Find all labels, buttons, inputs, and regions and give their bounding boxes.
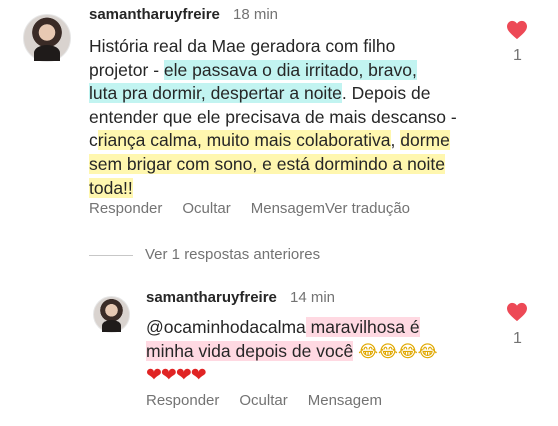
- like-count: 1: [513, 47, 522, 64]
- laughing-emoji: 😂😂😂😂: [358, 341, 438, 362]
- comment-timestamp: 18 min: [233, 6, 279, 23]
- reply-timestamp: 14 min: [290, 289, 336, 306]
- comment-actions: Responder Ocultar MensagemVer tradução: [89, 200, 430, 217]
- comment-line: criança calma, muito mais colaborativa, …: [89, 130, 450, 151]
- message-button[interactable]: Mensagem: [308, 392, 382, 409]
- comment-line: toda!!: [89, 177, 133, 198]
- avatar[interactable]: [93, 296, 130, 333]
- avatar[interactable]: [23, 14, 71, 62]
- reply-line: ❤❤❤❤: [146, 364, 486, 388]
- red-heart-emoji: ❤❤❤❤: [146, 364, 207, 387]
- comment-line: entender que ele precisava de mais desca…: [89, 106, 457, 127]
- comment-text: História real da Mae geradora com filho …: [89, 35, 469, 200]
- reply-line: @ocaminhodacalma maravilhosa é: [146, 317, 420, 337]
- reply-text: @ocaminhodacalma maravilhosa é minha vid…: [146, 316, 486, 388]
- reply-actions: Responder Ocultar Mensagem: [146, 392, 402, 409]
- like-count: 1: [513, 330, 522, 347]
- comment-line: luta pra dormir, despertar a noite. Depo…: [89, 83, 431, 104]
- like-heart-icon[interactable]: [506, 302, 528, 322]
- hide-button[interactable]: Ocultar: [239, 392, 287, 409]
- reply-button[interactable]: Responder: [89, 200, 162, 217]
- reply-line: minha vida depois de você 😂😂😂😂: [146, 340, 486, 365]
- view-previous-replies[interactable]: Ver 1 respostas anteriores: [89, 246, 320, 263]
- comment-line: sem brigar com sono, e está dormindo a n…: [89, 153, 446, 174]
- comment-line: História real da Mae geradora com filho: [89, 36, 396, 56]
- message-button[interactable]: Mensagem: [251, 200, 325, 217]
- mention-link[interactable]: @ocaminhodacalma: [146, 317, 306, 337]
- divider-line: [89, 254, 133, 256]
- reply-username[interactable]: samantharuyfreire: [146, 289, 277, 306]
- comment-line: projetor - ele passava o dia irritado, b…: [89, 59, 417, 80]
- hide-button[interactable]: Ocultar: [182, 200, 230, 217]
- reply-button[interactable]: Responder: [146, 392, 219, 409]
- view-previous-label[interactable]: Ver 1 respostas anteriores: [145, 246, 320, 263]
- see-translation-button[interactable]: Ver tradução: [325, 200, 410, 217]
- like-heart-icon[interactable]: [506, 20, 528, 40]
- comment-username[interactable]: samantharuyfreire: [89, 6, 220, 23]
